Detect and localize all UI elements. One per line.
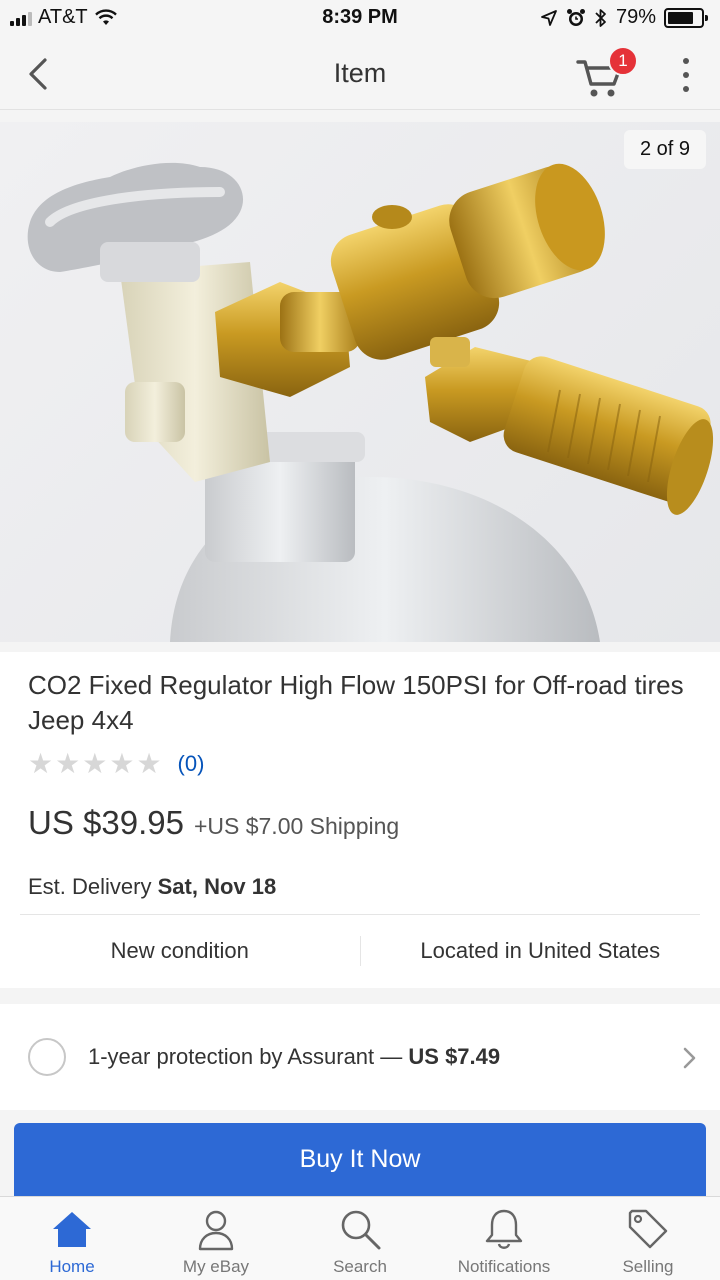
protection-label: 1-year protection by Assurant — [88, 1044, 403, 1069]
rating[interactable]: ★ ★ ★ ★ ★ (0) [28, 750, 204, 778]
home-icon [53, 1212, 91, 1247]
item-title: CO2 Fixed Regulator High Flow 150PSI for… [28, 670, 684, 735]
delivery-date: Sat, Nov 18 [157, 874, 277, 899]
tab-home[interactable]: Home [0, 1197, 144, 1280]
cart-button[interactable]: 1 [574, 46, 638, 100]
item-details: CO2 Fixed Regulator High Flow 150PSI for… [0, 652, 720, 988]
bluetooth-icon [595, 8, 606, 27]
product-image [27, 162, 714, 642]
condition-text: New condition [110, 938, 249, 963]
battery-icon [664, 7, 708, 28]
star-rating: ★ ★ ★ ★ ★ [28, 750, 162, 778]
delivery-label: Est. Delivery [28, 874, 152, 899]
price-row: US $39.95 +US $7.00 Shipping [28, 804, 399, 842]
tab-label: My eBay [182, 1257, 250, 1276]
product-image-gallery[interactable]: 2 of 9 [0, 122, 720, 642]
buy-it-now-button[interactable]: Buy It Now [14, 1123, 706, 1197]
protection-radio[interactable] [28, 1038, 66, 1076]
tab-label: Selling [622, 1257, 674, 1276]
bell-icon [485, 1209, 523, 1249]
star-icon: ★ [55, 748, 81, 779]
location-icon [541, 9, 557, 26]
protection-text: 1-year protection by Assurant — US $7.49 [88, 1044, 500, 1070]
divider [20, 914, 700, 915]
star-icon: ★ [136, 748, 162, 779]
tab-search[interactable]: Search [288, 1197, 432, 1280]
shipping-cost: +US $7.00 Shipping [193, 813, 400, 839]
more-vertical-icon [683, 58, 689, 64]
status-bar: AT&T 8:39 PM 79% [0, 0, 720, 38]
star-icon: ★ [109, 748, 135, 779]
estimated-delivery: Est. Delivery Sat, Nov 18 [28, 874, 276, 900]
star-icon: ★ [82, 748, 108, 779]
image-counter: 2 of 9 [623, 130, 706, 169]
cart-count-badge: 1 [608, 46, 638, 76]
item-price: US $39.95 [28, 804, 184, 841]
tab-my-ebay[interactable]: My eBay [144, 1197, 288, 1280]
tag-icon [628, 1209, 668, 1249]
tab-notifications[interactable]: Notifications [432, 1197, 576, 1280]
tab-label: Notifications [457, 1257, 551, 1276]
review-count-link[interactable]: (0) [178, 751, 205, 777]
tab-label: Home [49, 1257, 95, 1276]
star-icon: ★ [28, 748, 54, 779]
more-options-button[interactable] [672, 58, 700, 92]
battery-percent: 79% [615, 6, 656, 28]
app-header: Item 1 [0, 38, 720, 110]
battery-fill [668, 11, 694, 24]
protection-price: US $7.49 [408, 1044, 501, 1069]
bottom-tab-bar: Home My eBay Search Notifications Sellin… [0, 1196, 720, 1280]
location-text: Located in United States [420, 938, 661, 963]
person-icon [198, 1210, 234, 1251]
protection-plan-row[interactable]: 1-year protection by Assurant — US $7.49 [0, 1004, 720, 1110]
alarm-icon [566, 8, 585, 26]
condition-location-row: New condition Located in United States [0, 916, 720, 986]
search-icon [341, 1210, 381, 1250]
status-right: 79% [540, 6, 708, 29]
chevron-right-icon [683, 1047, 696, 1069]
tab-selling[interactable]: Selling [576, 1197, 720, 1280]
tab-label: Search [333, 1257, 387, 1276]
